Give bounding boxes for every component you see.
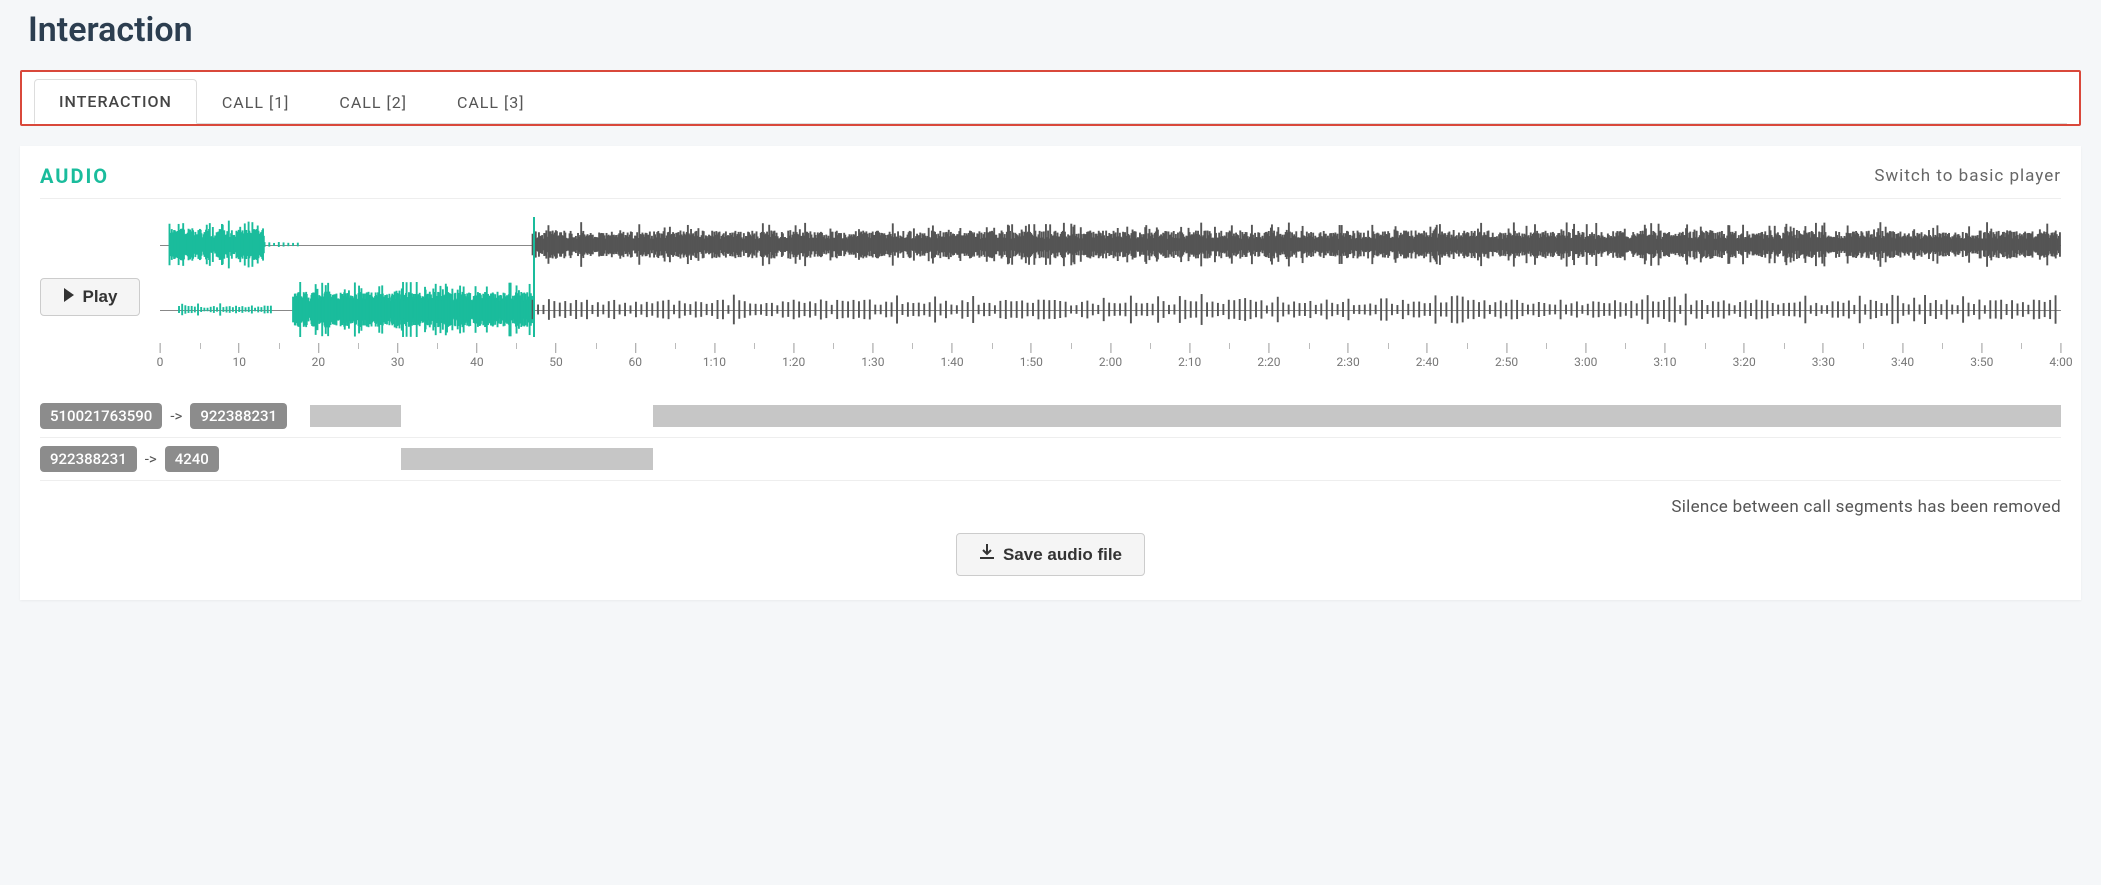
timeline-tick: 3:10 bbox=[1653, 343, 1676, 369]
timeline-minor-tick bbox=[1150, 343, 1151, 349]
segment-timeline[interactable] bbox=[310, 448, 2061, 470]
segment-arrow: -> bbox=[145, 450, 157, 468]
timeline-tick: 40 bbox=[470, 343, 484, 369]
page-title: Interaction bbox=[28, 10, 2081, 50]
timeline-tick: 3:40 bbox=[1891, 343, 1914, 369]
timeline-tick: 3:20 bbox=[1733, 343, 1756, 369]
timeline-minor-tick bbox=[1071, 343, 1072, 349]
timeline-minor-tick bbox=[1467, 343, 1468, 349]
timeline-minor-tick bbox=[1784, 343, 1785, 349]
timeline-tick: 1:30 bbox=[861, 343, 884, 369]
tabs-row: INTERACTION CALL [1] CALL [2] CALL [3] bbox=[34, 78, 2067, 124]
timeline-minor-tick bbox=[279, 343, 280, 349]
timeline-minor-tick bbox=[1863, 343, 1864, 349]
download-icon bbox=[979, 544, 995, 565]
segment-bar bbox=[653, 405, 2061, 427]
segment-from-badge: 922388231 bbox=[40, 446, 137, 472]
timeline-minor-tick bbox=[1625, 343, 1626, 349]
save-audio-label: Save audio file bbox=[1003, 545, 1122, 565]
timeline-tick: 2:20 bbox=[1257, 343, 1280, 369]
timeline-minor-tick bbox=[1229, 343, 1230, 349]
segment-row: 510021763590 -> 922388231 bbox=[40, 395, 2061, 438]
tab-call-3[interactable]: CALL [3] bbox=[432, 80, 550, 124]
segment-timeline[interactable] bbox=[310, 405, 2061, 427]
tab-call-2[interactable]: CALL [2] bbox=[314, 80, 432, 124]
timeline-tick: 0 bbox=[157, 343, 164, 369]
timeline-tick: 1:40 bbox=[941, 343, 964, 369]
segment-from-badge: 510021763590 bbox=[40, 403, 162, 429]
timeline-minor-tick bbox=[992, 343, 993, 349]
timeline-tick: 20 bbox=[312, 343, 326, 369]
timeline-tick: 60 bbox=[629, 343, 643, 369]
waveform-svg-bottom bbox=[160, 282, 2061, 337]
timeline-minor-tick bbox=[1942, 343, 1943, 349]
tab-interaction[interactable]: INTERACTION bbox=[34, 79, 197, 124]
timeline-tick: 30 bbox=[391, 343, 405, 369]
audio-panel: AUDIO Switch to basic player Play 0 10 20 3… bbox=[20, 146, 2081, 600]
timeline-minor-tick bbox=[833, 343, 834, 349]
timeline-minor-tick bbox=[675, 343, 676, 349]
timeline-minor-tick bbox=[2021, 343, 2022, 349]
timeline-tick: 3:50 bbox=[1970, 343, 1993, 369]
timeline-tick: 10 bbox=[232, 343, 246, 369]
save-audio-button[interactable]: Save audio file bbox=[956, 533, 1145, 576]
play-button[interactable]: Play bbox=[40, 278, 140, 316]
timeline-minor-tick bbox=[516, 343, 517, 349]
segment-arrow: -> bbox=[170, 407, 182, 425]
silence-note: Silence between call segments has been r… bbox=[40, 497, 2061, 517]
timeline-tick: 50 bbox=[549, 343, 563, 369]
segment-row: 922388231 -> 4240 bbox=[40, 438, 2061, 481]
segment-to-badge: 4240 bbox=[165, 446, 219, 472]
tabs-highlight-box: INTERACTION CALL [1] CALL [2] CALL [3] bbox=[20, 70, 2081, 126]
timeline-tick: 2:30 bbox=[1337, 343, 1360, 369]
segment-to-badge: 922388231 bbox=[190, 403, 287, 429]
timeline-minor-tick bbox=[1309, 343, 1310, 349]
waveform-svg-top bbox=[160, 217, 2061, 272]
waveform-row: Play 0 10 20 30 40 50 60 1:10 1:20 1:30 1:40 1:50 2:… bbox=[40, 217, 2061, 377]
save-row: Save audio file bbox=[40, 533, 2061, 576]
audio-header: AUDIO Switch to basic player bbox=[40, 164, 2061, 199]
timeline-minor-tick bbox=[754, 343, 755, 349]
segment-bar bbox=[401, 448, 653, 470]
timeline-minor-tick bbox=[358, 343, 359, 349]
segments-list: 510021763590 -> 922388231 922388231 -> 4… bbox=[40, 395, 2061, 481]
timeline[interactable]: 0 10 20 30 40 50 60 1:10 1:20 1:30 1:40 1:50 2:00 2:1… bbox=[160, 343, 2061, 373]
waveform-track-bottom bbox=[160, 282, 2061, 337]
waveform-track-top bbox=[160, 217, 2061, 272]
timeline-minor-tick bbox=[596, 343, 597, 349]
play-button-label: Play bbox=[83, 287, 118, 307]
switch-player-link[interactable]: Switch to basic player bbox=[1874, 166, 2061, 186]
timeline-tick: 1:50 bbox=[1020, 343, 1043, 369]
timeline-tick: 2:00 bbox=[1099, 343, 1122, 369]
timeline-minor-tick bbox=[200, 343, 201, 349]
timeline-tick: 3:00 bbox=[1574, 343, 1597, 369]
timeline-tick: 3:30 bbox=[1812, 343, 1835, 369]
playhead[interactable] bbox=[533, 217, 535, 337]
timeline-minor-tick bbox=[1546, 343, 1547, 349]
timeline-tick: 2:40 bbox=[1416, 343, 1439, 369]
audio-title: AUDIO bbox=[40, 164, 109, 188]
timeline-minor-tick bbox=[912, 343, 913, 349]
timeline-minor-tick bbox=[1388, 343, 1389, 349]
timeline-minor-tick bbox=[1705, 343, 1706, 349]
segment-bar bbox=[310, 405, 401, 427]
timeline-tick: 2:10 bbox=[1178, 343, 1201, 369]
timeline-minor-tick bbox=[437, 343, 438, 349]
timeline-tick: 1:10 bbox=[703, 343, 726, 369]
timeline-tick: 4:00 bbox=[2049, 343, 2072, 369]
timeline-tick: 1:20 bbox=[782, 343, 805, 369]
waveform-area[interactable]: 0 10 20 30 40 50 60 1:10 1:20 1:30 1:40 1:50 2:00 2:1… bbox=[160, 217, 2061, 377]
timeline-tick: 2:50 bbox=[1495, 343, 1518, 369]
play-icon bbox=[63, 287, 75, 307]
tab-call-1[interactable]: CALL [1] bbox=[197, 80, 315, 124]
